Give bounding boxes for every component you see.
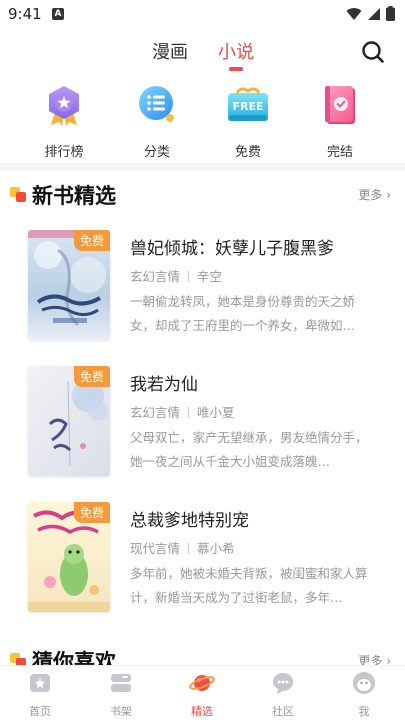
nav-label: 首页 xyxy=(29,705,51,718)
category-label: 完结 xyxy=(326,145,353,160)
nav-home[interactable]: 首页 xyxy=(10,670,70,719)
category-label: 分类 xyxy=(143,145,170,160)
completed-book-icon xyxy=(325,86,355,124)
book-title: 兽妃倾城：妖孽儿子腹黑爹 xyxy=(130,239,334,259)
planet-icon xyxy=(189,675,215,691)
book-genre: 玄幻言情 xyxy=(130,269,181,284)
signal-icon xyxy=(368,7,380,20)
book-author: 辛空 xyxy=(197,269,223,284)
free-icon-text: FREE xyxy=(232,100,263,113)
nav-label: 精选 xyxy=(191,705,213,718)
free-badge: 免费 xyxy=(73,366,110,387)
book-author: 慕小希 xyxy=(197,541,235,556)
book-description: 多年前，她被未婚夫背叛，被闺蜜和家人算计，新婚当天成为了过街老鼠，多年… xyxy=(130,566,368,605)
free-badge: 免费 xyxy=(73,502,110,523)
book-genre: 现代言情 xyxy=(130,541,181,556)
category-free[interactable]: FREE 免费 xyxy=(213,82,283,160)
top-tabs: 漫画 小说 xyxy=(0,38,405,78)
home-icon xyxy=(30,674,50,692)
free-icon: FREE xyxy=(228,87,268,121)
nav-community[interactable]: 社区 xyxy=(253,670,313,719)
book-cover: 免费 xyxy=(28,230,110,340)
nav-profile[interactable]: 我 xyxy=(334,670,394,719)
book-description: 一朝偷龙转凤，她本是身份尊贵的天之娇女，却成了王府里的一个养女，卑微如… xyxy=(130,294,356,333)
section-mark-icon xyxy=(10,187,26,203)
status-bar: 9:41 A xyxy=(0,0,405,28)
category-ranking[interactable]: 排行榜 xyxy=(29,82,99,160)
section-title: 新书精选 xyxy=(32,184,116,208)
category-label: 免费 xyxy=(234,145,261,160)
nav-label: 我 xyxy=(358,705,370,718)
wifi-icon xyxy=(346,7,362,20)
nav-label: 书架 xyxy=(110,705,132,718)
section-divider xyxy=(0,163,405,171)
nav-bookshelf[interactable]: 书架 xyxy=(91,670,151,719)
book-meta: 玄幻言情 辛空 xyxy=(130,266,222,285)
active-tab-indicator xyxy=(229,67,243,71)
book-cover: 免费 xyxy=(28,502,110,612)
free-badge: 免费 xyxy=(73,230,110,251)
book-item[interactable]: 免费 总裁爹地特别宠 现代言情 慕小希 多年前，她被未婚夫背叛，被闺蜜和家人算计，… xyxy=(0,502,405,620)
book-item[interactable]: 免费 兽妃倾城：妖孽儿子腹黑爹 玄幻言情 辛空 一朝偷龙转凤，她本是身份尊贵的天之… xyxy=(0,230,405,348)
book-meta: 现代言情 慕小希 xyxy=(130,538,235,557)
ranking-icon xyxy=(49,86,79,126)
book-author: 唯小夏 xyxy=(197,405,235,420)
book-genre: 玄幻言情 xyxy=(130,405,181,420)
category-row: 排行榜 分类 FREE 免费 完结 xyxy=(0,82,405,160)
book-title: 我若为仙 xyxy=(130,375,198,395)
book-item[interactable]: 免费 我若为仙 玄幻言情 唯小夏 父母双亡，家产无望继承，男友绝情分手，她一夜之间… xyxy=(0,366,405,484)
community-chat-icon xyxy=(273,673,293,694)
bookshelf-icon xyxy=(111,674,131,692)
status-notification-icon: A xyxy=(52,8,64,20)
status-icons xyxy=(346,6,395,21)
category-list-icon xyxy=(139,86,174,122)
nav-featured[interactable]: 精选 xyxy=(172,670,232,719)
new-books-header: 新书精选 更多 › xyxy=(0,180,405,210)
profile-icon xyxy=(353,672,375,694)
category-label: 排行榜 xyxy=(44,145,84,160)
book-meta: 玄幻言情 唯小夏 xyxy=(130,402,235,421)
book-title: 总裁爹地特别宠 xyxy=(130,511,249,531)
more-link[interactable]: 更多 › xyxy=(358,186,391,203)
bottom-nav: 首页 书架 精选 社区 我 xyxy=(0,665,405,720)
tab-comic[interactable]: 漫画 xyxy=(152,38,188,64)
nav-label: 社区 xyxy=(272,705,294,718)
search-icon[interactable] xyxy=(361,40,385,64)
category-completed[interactable]: 完结 xyxy=(305,82,375,160)
book-description: 父母双亡，家产无望继承，男友绝情分手，她一夜之间从千金大小姐变成落魄… xyxy=(130,430,368,469)
category-classify[interactable]: 分类 xyxy=(122,82,192,160)
book-cover: 免费 xyxy=(28,366,110,476)
tab-novel[interactable]: 小说 xyxy=(218,38,254,64)
battery-icon xyxy=(386,6,395,21)
status-time: 9:41 xyxy=(8,5,42,23)
